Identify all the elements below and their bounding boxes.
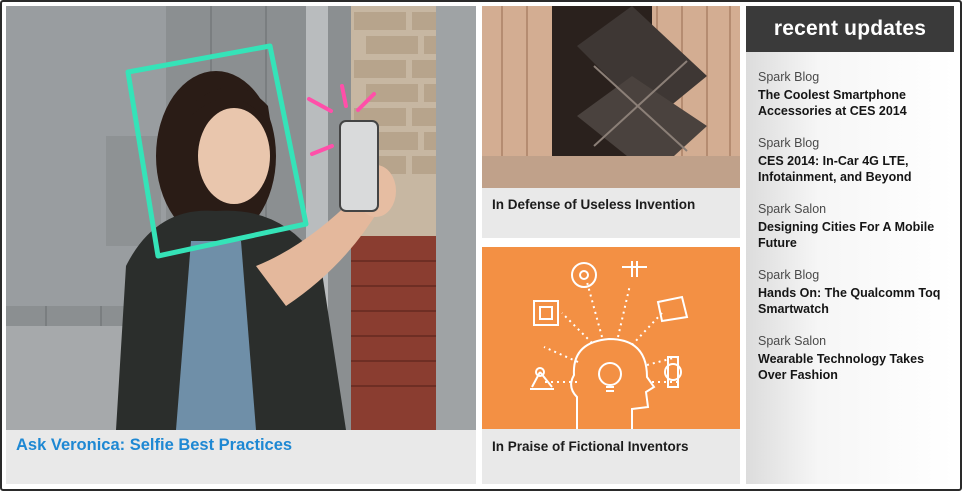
- list-item[interactable]: Spark Salon Wearable Technology Takes Ov…: [758, 334, 950, 383]
- list-item[interactable]: Spark Salon Designing Cities For A Mobil…: [758, 202, 950, 251]
- update-title-link[interactable]: CES 2014: In-Car 4G LTE, Infotainment, a…: [758, 153, 950, 185]
- article-title[interactable]: In Praise of Fictional Inventors: [492, 439, 689, 454]
- update-title-link[interactable]: Wearable Technology Takes Over Fashion: [758, 351, 950, 383]
- update-category[interactable]: Spark Salon: [758, 334, 950, 348]
- update-title-link[interactable]: Designing Cities For A Mobile Future: [758, 219, 950, 251]
- update-category[interactable]: Spark Blog: [758, 136, 950, 150]
- sculpture-photo[interactable]: [482, 6, 740, 188]
- selfie-photo-illustration: [6, 6, 476, 430]
- featured-article-card[interactable]: Ask Veronica: Selfie Best Practices: [6, 6, 476, 484]
- update-title-link[interactable]: Hands On: The Qualcomm Toq Smartwatch: [758, 285, 950, 317]
- article-title[interactable]: In Defense of Useless Invention: [492, 197, 695, 212]
- update-category[interactable]: Spark Salon: [758, 202, 950, 216]
- list-item[interactable]: Spark Blog The Coolest Smartphone Access…: [758, 70, 950, 119]
- featured-article-title[interactable]: Ask Veronica: Selfie Best Practices: [16, 436, 292, 455]
- sidebar-header: recent updates: [746, 6, 954, 52]
- list-item[interactable]: Spark Blog Hands On: The Qualcomm Toq Sm…: [758, 268, 950, 317]
- inventions-illustration[interactable]: [482, 247, 740, 429]
- sculpture-photo-illustration: [482, 6, 740, 188]
- selfie-photo[interactable]: [6, 6, 476, 430]
- update-category[interactable]: Spark Blog: [758, 268, 950, 282]
- sidebar-title: recent updates: [773, 17, 927, 40]
- article-card-fictional-inventors[interactable]: In Praise of Fictional Inventors: [482, 247, 740, 484]
- list-item[interactable]: Spark Blog CES 2014: In-Car 4G LTE, Info…: [758, 136, 950, 185]
- update-category[interactable]: Spark Blog: [758, 70, 950, 84]
- article-card-useless-invention[interactable]: In Defense of Useless Invention: [482, 6, 740, 238]
- update-title-link[interactable]: The Coolest Smartphone Accessories at CE…: [758, 87, 950, 119]
- recent-updates-sidebar: recent updates Spark Blog The Coolest Sm…: [746, 6, 954, 484]
- lightbulb-head-icon: [482, 247, 740, 429]
